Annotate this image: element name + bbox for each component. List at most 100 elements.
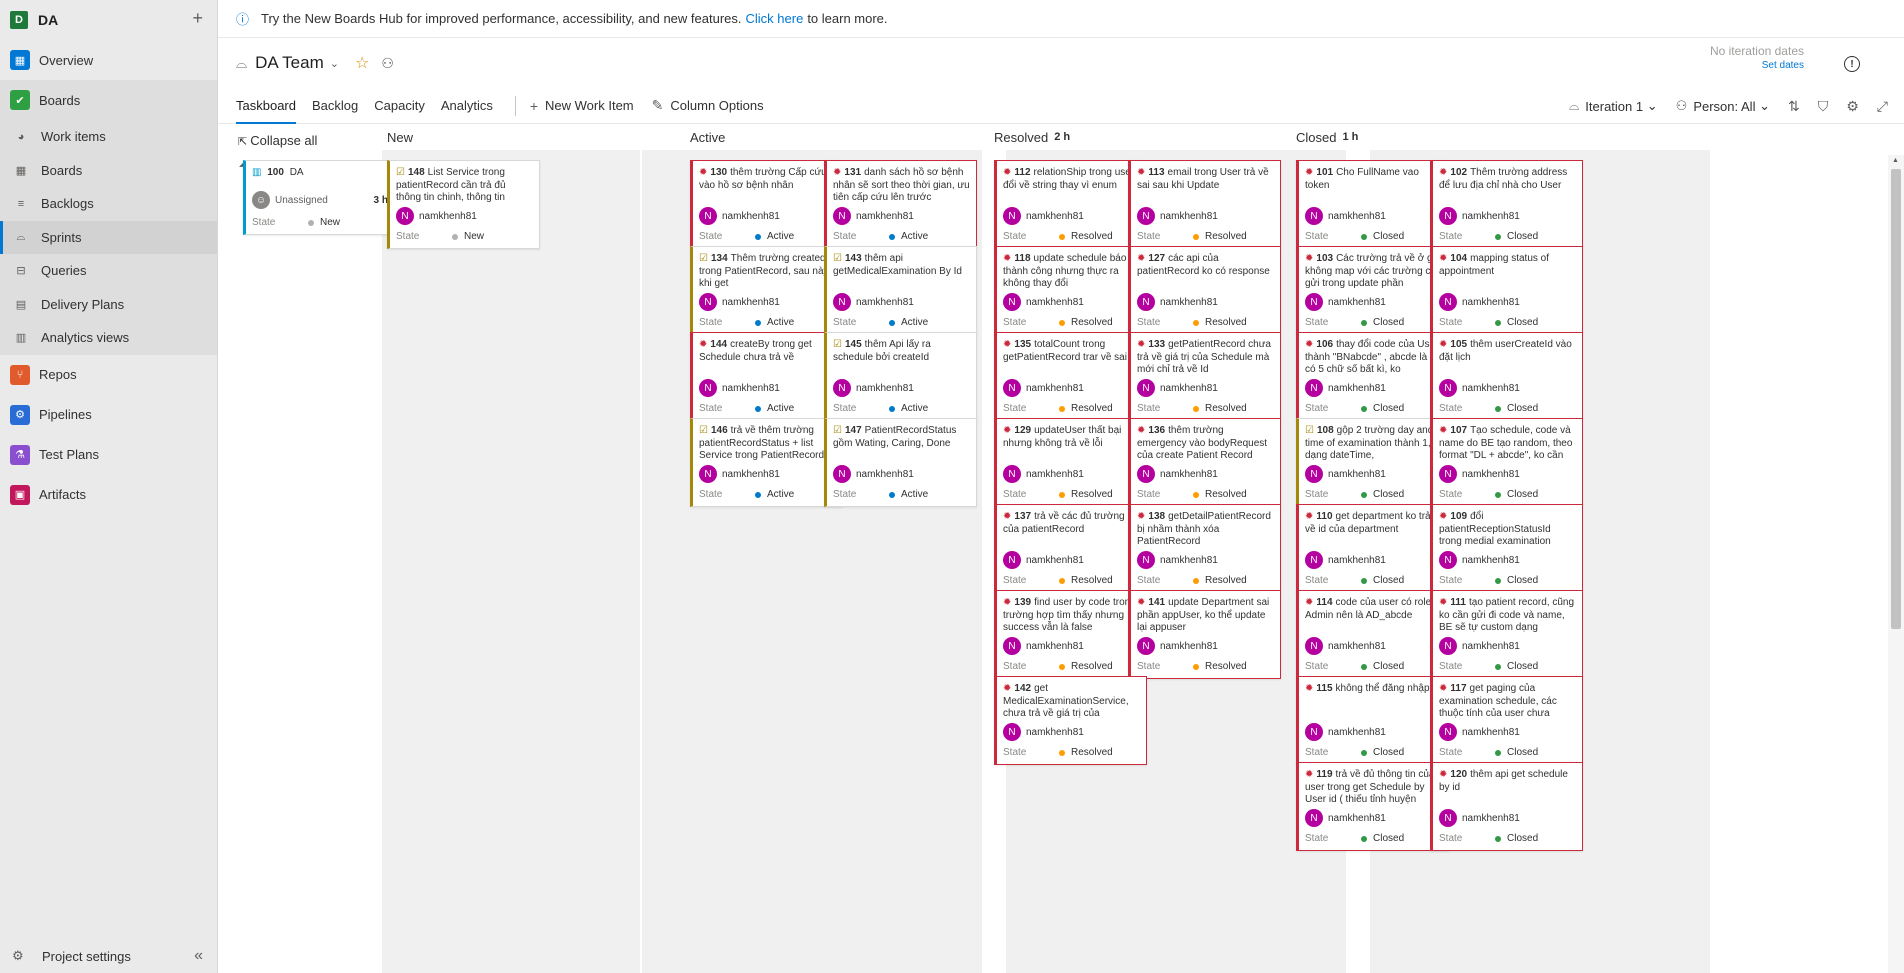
work-item-card[interactable]: ✹ 131 danh sách hồ sơ bệnh nhân sẽ sort th… [824, 160, 977, 249]
card-owner[interactable]: Nnamkhenh81 [693, 377, 842, 399]
nav-queries[interactable]: ⊟ Queries [0, 254, 217, 288]
card-owner[interactable]: Nnamkhenh81 [390, 205, 539, 227]
nav-overview[interactable]: ▦ Overview [0, 40, 217, 80]
card-owner[interactable]: Nnamkhenh81 [1131, 205, 1280, 227]
card-owner[interactable]: Nnamkhenh81 [1433, 549, 1582, 571]
work-item-card[interactable]: ✹ 136 thêm trường emergency vào bodyReques… [1128, 418, 1281, 507]
nav-test-plans[interactable]: ⚗ Test Plans [0, 435, 217, 475]
nav-boards-sub[interactable]: ▦ Boards [0, 153, 217, 187]
card-owner[interactable]: Nnamkhenh81 [1131, 377, 1280, 399]
work-item-card[interactable]: ✹ 133 getPatientRecord chưa trả về giá trị… [1128, 332, 1281, 421]
project-name[interactable]: DA [38, 12, 58, 28]
card-owner[interactable]: Nnamkhenh81 [997, 205, 1146, 227]
alert-icon[interactable]: ! [1844, 56, 1860, 72]
team-members-icon[interactable]: ⚇ [381, 55, 394, 72]
work-item-card[interactable]: ✹ 129 updateUser thất bại nhưng không trả … [994, 418, 1147, 507]
nav-repos[interactable]: ⑂ Repos [0, 355, 217, 395]
banner-link[interactable]: Click here [746, 11, 804, 26]
collapse-sidebar-icon[interactable]: « [194, 947, 203, 965]
project-header[interactable]: D DA [0, 0, 217, 40]
card-owner[interactable]: Nnamkhenh81 [827, 205, 976, 227]
nav-artifacts[interactable]: ▣ Artifacts [0, 475, 217, 515]
iteration-picker[interactable]: ⌓ Iteration 1 ⌄ [1569, 98, 1658, 114]
card-owner[interactable]: Nnamkhenh81 [1299, 377, 1448, 399]
card-owner[interactable]: Nnamkhenh81 [1433, 205, 1582, 227]
work-item-card[interactable]: ✹ 139 find user by code trong trường hợp t… [994, 590, 1147, 679]
work-item-card[interactable]: ☑ 134 Thêm trường createdAt trong PatientR… [690, 246, 843, 335]
work-item-card[interactable]: ✹ 135 totalCount trong getPatientRecord tr… [994, 332, 1147, 421]
card-owner[interactable]: Nnamkhenh81 [1433, 291, 1582, 313]
card-owner[interactable]: Nnamkhenh81 [827, 377, 976, 399]
scroll-up-icon[interactable]: ▲ [1892, 157, 1899, 164]
work-item-card[interactable]: ☑ 108 gộp 2 trường day and time of examina… [1296, 418, 1449, 507]
column-options-button[interactable]: ✎ Column Options [652, 97, 764, 114]
card-owner[interactable]: Nnamkhenh81 [1131, 463, 1280, 485]
scroll-thumb[interactable] [1891, 169, 1901, 629]
work-item-card[interactable]: ☑ 148 List Service trong patientRecord cần… [387, 160, 540, 249]
card-owner[interactable]: Nnamkhenh81 [1299, 205, 1448, 227]
card-owner[interactable]: Nnamkhenh81 [1433, 721, 1582, 743]
work-item-card[interactable]: ✹ 115 không thể đăng nhập Nnamkhenh81 State C… [1296, 676, 1449, 765]
tab-analytics[interactable]: Analytics [441, 88, 493, 124]
add-icon[interactable]: + [192, 8, 203, 29]
set-dates-link[interactable]: Set dates [1710, 60, 1804, 71]
nav-delivery-plans[interactable]: ▤ Delivery Plans [0, 287, 217, 321]
collapse-all-button[interactable]: ⇱ Collapse all [238, 133, 317, 148]
new-work-item-button[interactable]: + New Work Item [530, 98, 634, 114]
work-item-card[interactable]: ✹ 113 email trong User trả về sai sau khi … [1128, 160, 1281, 249]
project-settings[interactable]: ⚙ Project settings « [0, 939, 217, 973]
work-item-card[interactable]: ☑ 147 PatientRecordStatus gồm Wating, Cari… [824, 418, 977, 507]
work-item-card[interactable]: ✹ 130 thêm trường Cấp cứu vào hồ sơ bệnh n… [690, 160, 843, 249]
vertical-scrollbar[interactable]: ▲ [1888, 155, 1904, 973]
tab-capacity[interactable]: Capacity [374, 88, 425, 124]
card-owner[interactable]: Nnamkhenh811 [997, 377, 1146, 399]
work-item-card[interactable]: ✹ 107 Tạo schedule, code và name do BE tạo… [1430, 418, 1583, 507]
work-item-card[interactable]: ✹ 112 relationShip trong user đổi về strin… [994, 160, 1147, 249]
work-item-card[interactable]: ✹ 127 các api của patientRecord ko có resp… [1128, 246, 1281, 335]
favorite-star-icon[interactable]: ☆ [355, 53, 369, 73]
card-owner[interactable]: Nnamkhenh81 [997, 635, 1146, 657]
card-owner[interactable]: ☺ Unassigned 3 h [246, 187, 396, 213]
work-item-card[interactable]: ✹ 138 getDetailPatientRecord bị nhầm thành… [1128, 504, 1281, 593]
nav-backlogs[interactable]: ≡ Backlogs [0, 187, 217, 221]
card-owner[interactable]: Nnamkhenh81 [997, 463, 1146, 485]
work-item-card[interactable]: ✹ 118 update schedule báo thành công nhưng… [994, 246, 1147, 335]
work-item-card[interactable]: ✹ 119 trả về đủ thông tin của user trong g… [1296, 762, 1449, 851]
nav-pipelines[interactable]: ⚙ Pipelines [0, 395, 217, 435]
tab-backlog[interactable]: Backlog [312, 88, 358, 124]
fullscreen-icon[interactable]: ⤢ [1877, 98, 1888, 115]
card-owner[interactable]: Nnamkhenh81 [1433, 463, 1582, 485]
work-item-card[interactable]: ✹ 110 get department ko trả về id của depa… [1296, 504, 1449, 593]
card-owner[interactable]: Nnamkhenh81 [693, 463, 842, 485]
card-owner[interactable]: Nnamkhenh81 [1131, 291, 1280, 313]
work-item-card[interactable]: ☑ 145 thêm Api lấy ra schedule bởi createI… [824, 332, 977, 421]
card-owner[interactable]: Nnamkhenh81 [1433, 807, 1582, 829]
card-owner[interactable]: Nnamkhenh81 [1299, 291, 1448, 313]
card-owner[interactable]: Nnamkhenh81 [997, 549, 1146, 571]
chevron-down-icon[interactable]: ⌄ [330, 57, 339, 70]
card-owner[interactable]: Nnamkhenh81 [1433, 635, 1582, 657]
view-options-icon[interactable]: ⇅ [1788, 98, 1800, 115]
team-name[interactable]: DA Team [255, 53, 324, 73]
work-item-card[interactable]: ✹ 106 thay đổi code của User thành "BNabcd… [1296, 332, 1449, 421]
card-owner[interactable]: Nnamkhenh81 [1299, 807, 1448, 829]
work-item-card[interactable]: ✹ 101 Cho FullName vao token Nnamkhenh81 Sta… [1296, 160, 1449, 249]
work-item-card[interactable]: ✹ 103 Các trường trả về ở get không map vớ… [1296, 246, 1449, 335]
person-filter[interactable]: ⚇ Person: All ⌄ [1676, 98, 1770, 114]
work-item-card[interactable]: ✹ 120 thêm api get schedule by id Nnamkhenh… [1430, 762, 1583, 851]
card-owner[interactable]: Nnamkhenh81 [1131, 635, 1280, 657]
card-owner[interactable]: Nnamkhenh81 [1299, 721, 1448, 743]
work-item-card[interactable]: ☑ 143 thêm api getMedicalExamination By Id… [824, 246, 977, 335]
work-item-card[interactable]: ✹ 141 update Department sai phần appUser, … [1128, 590, 1281, 679]
work-item-card[interactable]: ✹ 102 Thêm trường address để lưu địa chỉ n… [1430, 160, 1583, 249]
card-owner[interactable]: Nnamkhenh811 [997, 291, 1146, 313]
work-item-card[interactable]: ✹ 111 tạo patient record, cũng ko cần gửi … [1430, 590, 1583, 679]
card-owner[interactable]: Nnamkhenh81 [1131, 549, 1280, 571]
card-owner[interactable]: Nnamkhenh81 [1299, 463, 1448, 485]
card-owner[interactable]: Nnamkhenh81 [1299, 635, 1448, 657]
filter-icon[interactable]: ⛉ [1818, 98, 1829, 115]
nav-analytics-views[interactable]: ▥ Analytics views [0, 321, 217, 355]
settings-icon[interactable]: ⚙ [1846, 98, 1859, 115]
card-owner[interactable]: Nnamkhenh81 [1299, 549, 1448, 571]
work-item-card[interactable]: ✹ 105 thêm userCreateId vào đặt lịch Nnamkh… [1430, 332, 1583, 421]
